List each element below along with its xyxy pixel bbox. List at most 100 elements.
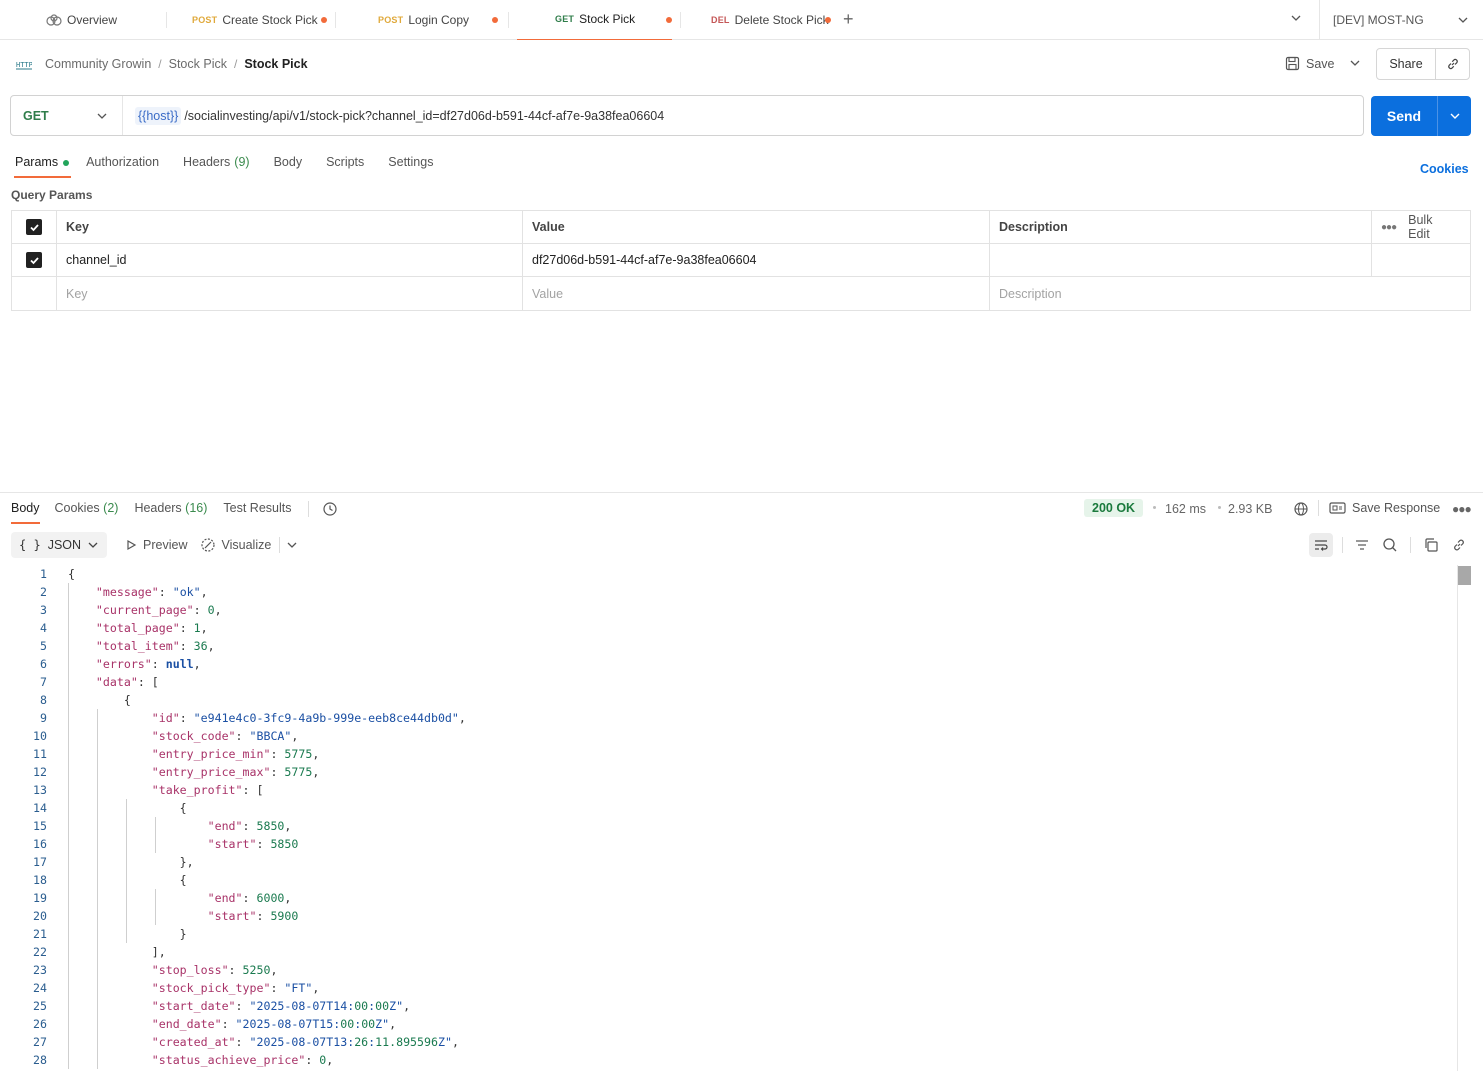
wrap-icon bbox=[1315, 540, 1328, 551]
copy-icon[interactable] bbox=[1423, 537, 1439, 553]
tab-authorization[interactable]: Authorization bbox=[74, 150, 171, 178]
line-number: 24 bbox=[33, 981, 47, 995]
filter-icon[interactable] bbox=[1354, 537, 1370, 553]
wrap-lines-button[interactable] bbox=[1309, 533, 1333, 557]
save-button[interactable]: Save bbox=[1285, 56, 1335, 71]
response-body-editor[interactable]: 1{2 "message": "ok", 3 "current_page": 0,… bbox=[0, 565, 1456, 1071]
environment-label: [DEV] MOST-NG bbox=[1333, 13, 1424, 27]
code-line: 19 "end": 6000, bbox=[0, 889, 1456, 907]
tab-delete-stock-pick[interactable]: DEL Delete Stock Pick bbox=[681, 0, 841, 40]
cookies-link[interactable]: Cookies bbox=[1420, 162, 1469, 176]
code-text: "start": 5900 bbox=[207, 909, 299, 923]
code-text: { bbox=[68, 693, 131, 707]
response-size[interactable]: 2.93 KB bbox=[1228, 502, 1272, 516]
tab-body[interactable]: Body bbox=[262, 150, 315, 178]
code-line: 14 { bbox=[0, 799, 1456, 817]
line-number: 14 bbox=[33, 801, 47, 815]
tab-scripts[interactable]: Scripts bbox=[314, 150, 376, 178]
breadcrumb-current[interactable]: Stock Pick bbox=[244, 57, 307, 71]
code-line: 2 "message": "ok", bbox=[0, 583, 1456, 601]
network-globe-icon[interactable] bbox=[1293, 501, 1309, 517]
code-line: 7 "data": [ bbox=[0, 673, 1456, 691]
link-icon bbox=[1447, 58, 1458, 70]
environment-selector[interactable]: [DEV] MOST-NG bbox=[1319, 0, 1483, 40]
breadcrumb-separator: / bbox=[158, 57, 162, 71]
code-text: "start": 5850 bbox=[207, 837, 299, 851]
tab-create-stock-pick[interactable]: POST Create Stock Pick bbox=[167, 0, 335, 40]
send-options-button[interactable] bbox=[1438, 96, 1471, 136]
response-time[interactable]: 162 ms bbox=[1165, 502, 1206, 516]
tab-label: Headers bbox=[134, 501, 182, 515]
url-input[interactable]: {{host}} /socialinvesting/api/v1/stock-p… bbox=[123, 106, 665, 125]
tab-headers[interactable]: Headers (9) bbox=[171, 150, 262, 178]
code-line: 1{ bbox=[0, 565, 1456, 583]
code-text: "end": 5850, bbox=[207, 819, 292, 833]
tab-overview[interactable]: Overview bbox=[0, 0, 160, 40]
code-text: "start_date": "2025-08-07T14:00:00Z", bbox=[151, 999, 411, 1013]
line-number: 17 bbox=[33, 855, 47, 869]
code-text: ], bbox=[68, 945, 166, 959]
request-tabs: Params Authorization Headers (9) Body Scr… bbox=[0, 150, 445, 178]
line-number: 20 bbox=[33, 909, 47, 923]
url-path: /socialinvesting/api/v1/stock-pick?chann… bbox=[184, 108, 665, 123]
code-text: "created_at": "2025-08-07T13:26:11.89559… bbox=[151, 1035, 459, 1049]
method-select[interactable]: GET bbox=[11, 96, 123, 135]
format-select[interactable]: { } JSON bbox=[11, 532, 108, 558]
divider bbox=[1410, 537, 1411, 553]
tab-params[interactable]: Params bbox=[14, 150, 72, 178]
tab-count: (9) bbox=[234, 155, 250, 169]
save-response-button[interactable]: Save Response bbox=[1329, 501, 1440, 515]
link-icon[interactable] bbox=[1451, 537, 1467, 553]
tab-label: Stock Pick bbox=[579, 12, 636, 26]
unsaved-dot bbox=[321, 16, 327, 23]
tab-login-copy[interactable]: POST Login Copy bbox=[336, 0, 508, 40]
code-text: } bbox=[68, 927, 187, 941]
code-line: 4 "total_page": 1, bbox=[0, 619, 1456, 637]
tab-label: Delete Stock Pick bbox=[734, 12, 829, 27]
visualize-options-chevron-icon[interactable] bbox=[286, 539, 298, 551]
breadcrumb-folder[interactable]: Stock Pick bbox=[169, 57, 227, 71]
new-key-input[interactable]: Key bbox=[57, 277, 523, 310]
code-line: 28 "status_achieve_price": 0, bbox=[0, 1051, 1456, 1069]
line-number: 19 bbox=[33, 891, 47, 905]
save-options-chevron-icon[interactable] bbox=[1349, 57, 1361, 69]
visualize-button[interactable]: Visualize bbox=[200, 537, 271, 553]
tabs-dropdown-chevron-icon[interactable] bbox=[1290, 12, 1302, 24]
code-text: { bbox=[68, 801, 187, 815]
breadcrumb-collection[interactable]: Community Growin bbox=[45, 57, 151, 71]
response-tab-headers[interactable]: Headers (16) bbox=[134, 498, 207, 524]
code-text: }, bbox=[68, 855, 194, 869]
tab-stock-pick[interactable]: GET Stock Pick bbox=[517, 0, 672, 40]
history-icon[interactable] bbox=[322, 501, 338, 517]
code-line: 6 "errors": null, bbox=[0, 655, 1456, 673]
line-number: 15 bbox=[33, 819, 47, 833]
unsaved-dot bbox=[666, 16, 672, 23]
response-divider[interactable] bbox=[0, 492, 1483, 493]
response-tab-test-results[interactable]: Test Results bbox=[223, 498, 291, 524]
copy-link-button[interactable] bbox=[1436, 57, 1469, 71]
method-badge: GET bbox=[555, 14, 575, 24]
send-group: Send bbox=[1371, 96, 1471, 136]
new-description-input[interactable]: Description bbox=[990, 277, 1470, 310]
param-key[interactable]: channel_id bbox=[57, 244, 523, 276]
preview-button[interactable]: Preview bbox=[125, 538, 188, 552]
share-button[interactable]: Share bbox=[1377, 49, 1436, 79]
send-button[interactable]: Send bbox=[1371, 96, 1438, 136]
scrollbar-thumb[interactable] bbox=[1458, 566, 1471, 585]
tab-settings[interactable]: Settings bbox=[376, 150, 445, 178]
status-badge[interactable]: 200 OK bbox=[1084, 499, 1144, 517]
response-tab-cookies[interactable]: Cookies (2) bbox=[55, 498, 119, 524]
param-description[interactable] bbox=[990, 244, 1372, 276]
new-value-input[interactable]: Value bbox=[523, 277, 990, 310]
param-value[interactable]: df27d06d-b591-44cf-af7e-9a38fea06604 bbox=[523, 244, 990, 276]
row-checkbox[interactable] bbox=[12, 244, 57, 276]
scrollbar-track[interactable] bbox=[1457, 565, 1471, 1071]
response-tab-body[interactable]: Body bbox=[11, 498, 40, 524]
divider bbox=[1318, 500, 1319, 516]
bulk-edit-button[interactable]: ●●● Bulk Edit bbox=[1372, 211, 1470, 243]
new-tab-plus-icon[interactable]: + bbox=[843, 9, 854, 30]
meta-separator bbox=[1153, 506, 1156, 509]
select-all-checkbox[interactable] bbox=[12, 211, 57, 243]
more-options-icon[interactable]: ●●● bbox=[1452, 502, 1472, 516]
search-icon[interactable] bbox=[1382, 537, 1398, 553]
